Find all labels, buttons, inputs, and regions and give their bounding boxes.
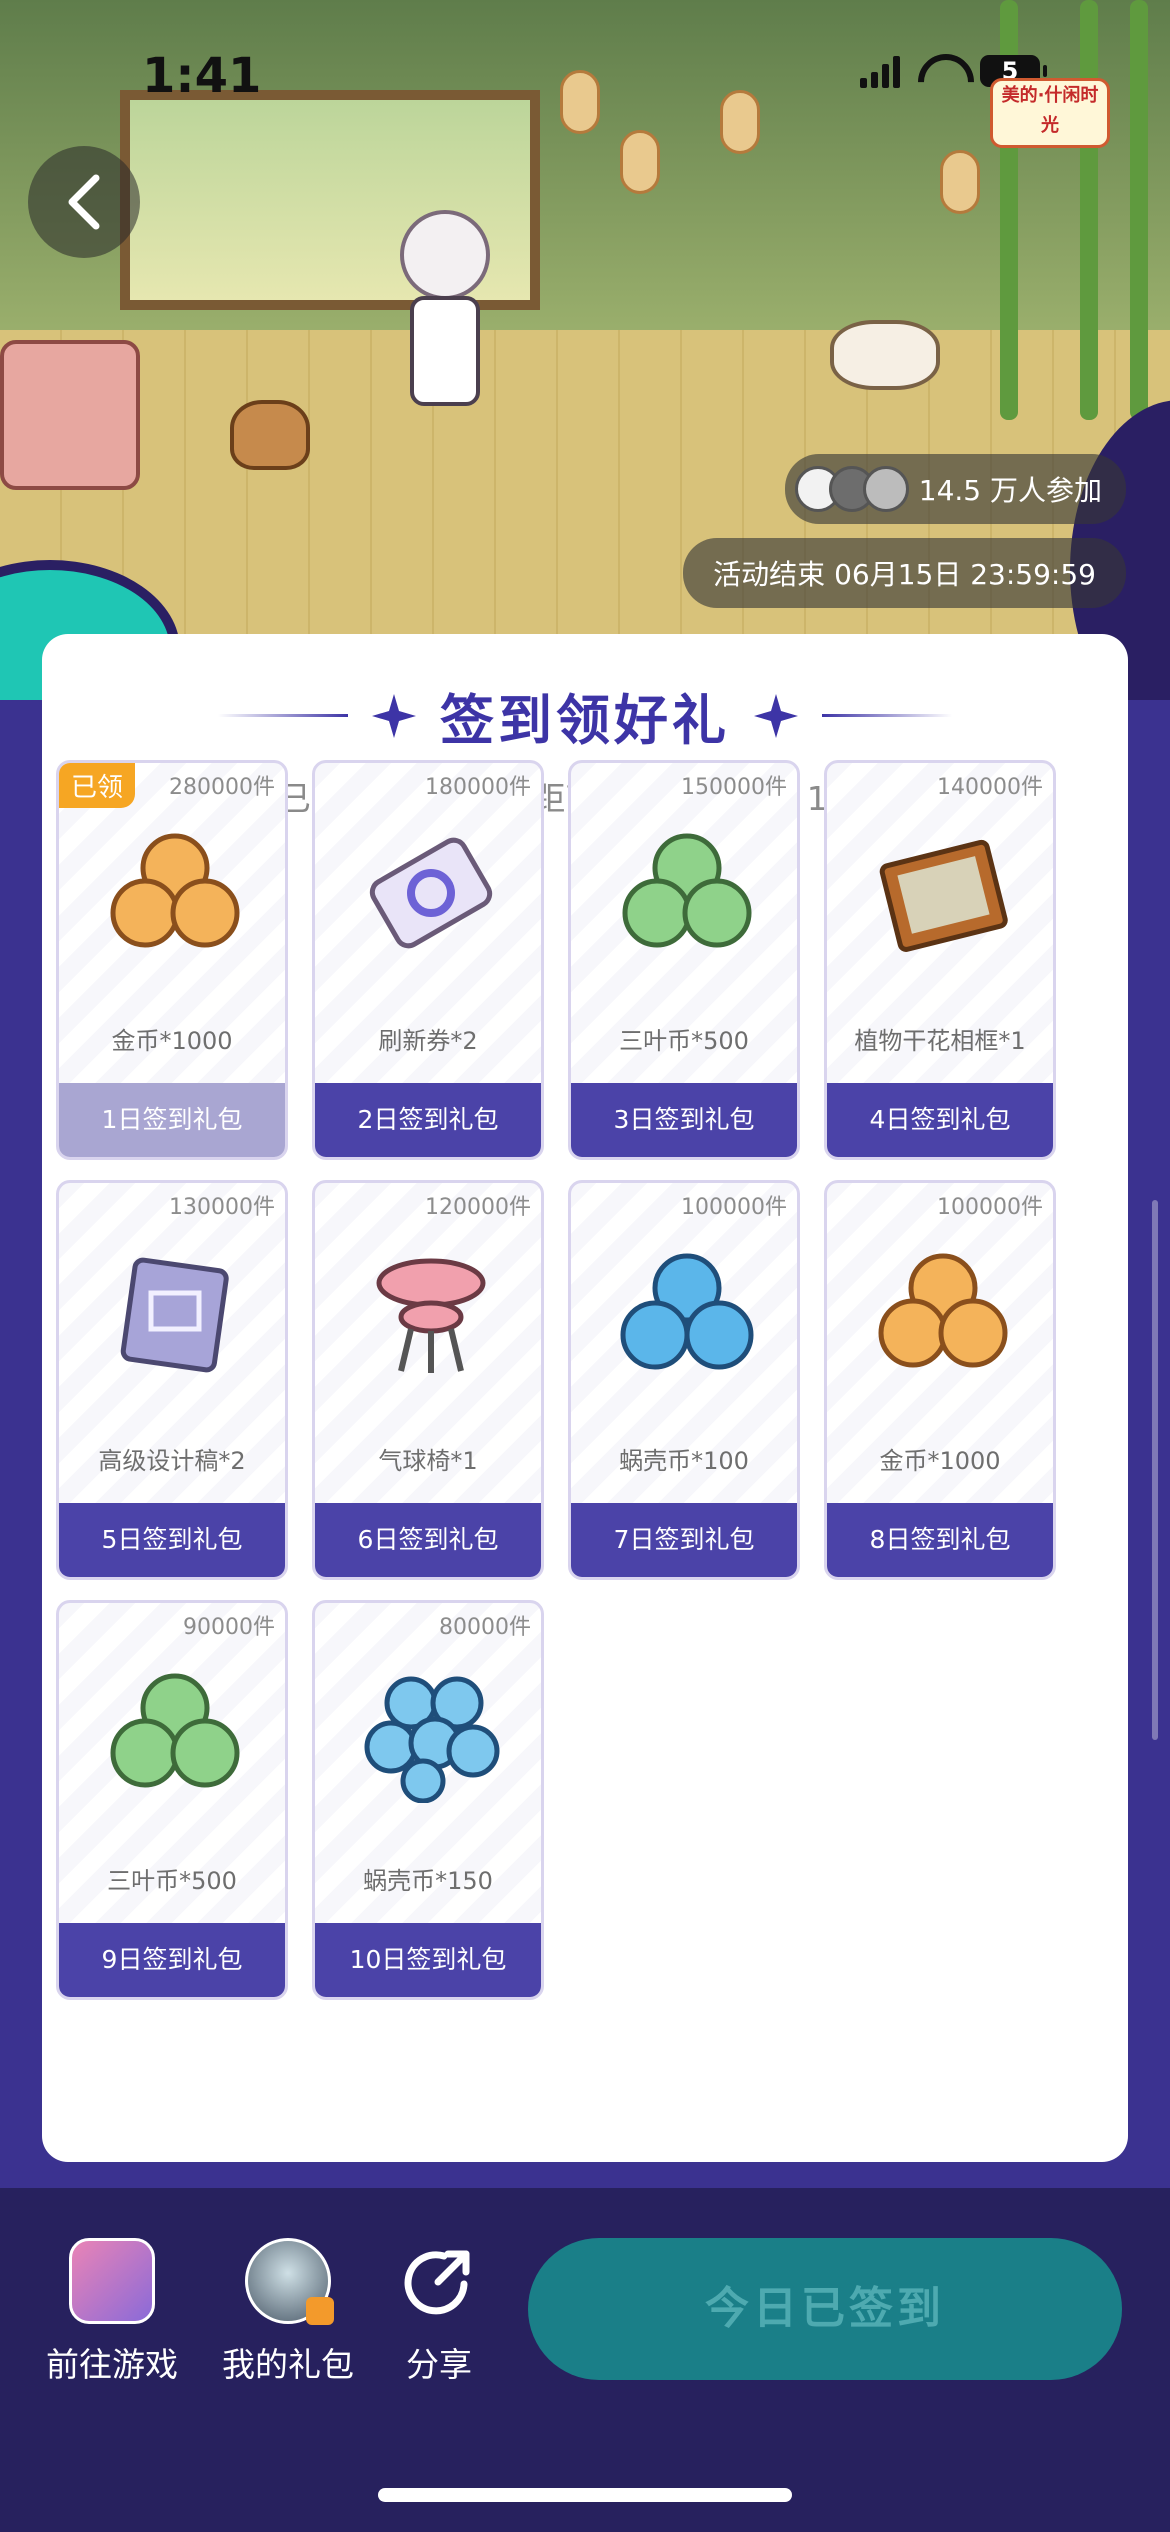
blueprint-icon [120,1257,229,1373]
chevron-left-icon [68,174,100,230]
flower-frame-icon [879,839,1008,952]
gift-card-day-1[interactable]: 已领 280000件 金币*1000 1日签到礼包 [56,760,288,1160]
lantern-decoration [620,130,660,194]
gift-card-day-2[interactable]: 180000件 刷新券*2 2日签到礼包 [312,760,544,1160]
gift-stock: 140000件 [937,775,1043,800]
gold-coins-icon [110,833,240,948]
cat-illustration [830,320,940,390]
lantern-decoration [720,90,760,154]
gift-stock: 180000件 [425,775,531,800]
gift-name: 刷新券*2 [378,1027,478,1055]
scroll-indicator[interactable] [1152,1200,1158,1740]
gift-label: 8日签到礼包 [827,1503,1053,1577]
gift-card-day-3[interactable]: 150000件 三叶币*500 3日签到礼包 [568,760,800,1160]
gift-label: 2日签到礼包 [315,1083,541,1157]
wifi-icon [918,54,962,88]
snail-coins-icon [620,1253,754,1370]
gift-card-day-6[interactable]: 120000件 气球椅*1 6日签到礼包 [312,1180,544,1580]
signal-icon [860,54,900,88]
gift-stock: 150000件 [681,775,787,800]
checkin-card: 签到领好礼 已累计签到 1 天 距离活动结束还有 13 天 已领 280000件… [42,634,1128,2162]
game-icon [69,2238,155,2324]
clover-coins-icon [622,833,752,948]
share-button[interactable]: 分享 [396,2238,482,2386]
gift-label: 7日签到礼包 [571,1503,797,1577]
gift-card-day-7[interactable]: 100000件 蜗壳币*100 7日签到礼包 [568,1180,800,1580]
lantern-decoration [560,70,600,134]
bamboo-decoration [1080,0,1098,420]
title-line [822,714,952,717]
my-gifts-button[interactable]: 我的礼包 [222,2238,354,2386]
gift-label: 6日签到礼包 [315,1503,541,1577]
bamboo-decoration [1130,0,1148,420]
gift-label: 10日签到礼包 [315,1923,541,1997]
gift-name: 植物干花相框*1 [854,1027,1026,1055]
gift-label: 3日签到礼包 [571,1083,797,1157]
bottom-action-bar: 前往游戏 我的礼包 分享 今日已签到 [0,2188,1170,2532]
gift-card-day-4[interactable]: 140000件 植物干花相框*1 4日签到礼包 [824,760,1056,1160]
refresh-ticket-icon [369,837,493,949]
gift-stock: 100000件 [937,1195,1043,1220]
gift-stock: 100000件 [681,1195,787,1220]
gift-label: 9日签到礼包 [59,1923,285,1997]
gift-name: 气球椅*1 [378,1447,478,1475]
card-title-row: 签到领好礼 [42,676,1128,755]
title-line [218,714,348,717]
gift-card-day-5[interactable]: 130000件 高级设计稿*2 5日签到礼包 [56,1180,288,1580]
gift-name: 蜗壳币*150 [363,1867,493,1895]
go-game-button[interactable]: 前往游戏 [46,2238,178,2386]
gift-avatar-icon [245,2238,334,2325]
sofa-decoration [0,340,140,490]
checkin-today-button[interactable]: 今日已签到 [528,2238,1122,2380]
participants-badge: 14.5 万人参加 [784,454,1126,524]
game-logo: 美的·什闲时光 [990,78,1110,148]
gift-name: 三叶币*500 [107,1867,237,1895]
dog-illustration [230,400,310,470]
gift-label: 5日签到礼包 [59,1503,285,1577]
participants-count: 14.5 万人参加 [918,474,1102,507]
balloon-chair-icon [376,1258,486,1373]
gift-stock: 120000件 [425,1195,531,1220]
clover-coins-icon [110,1673,240,1788]
gift-stock: 280000件 [169,775,275,800]
card-title: 签到领好礼 [440,689,730,752]
gift-name: 金币*1000 [879,1447,1001,1475]
gift-stock: 90000件 [183,1615,275,1640]
gift-name: 蜗壳币*100 [619,1447,749,1475]
gold-coins-icon [878,1253,1008,1368]
gift-stock: 80000件 [439,1615,531,1640]
sparkle-icon [754,693,798,738]
status-time: 1:41 [142,48,262,104]
gift-card-day-10[interactable]: 80000件 蜗壳币*150 10日签到礼包 [312,1600,544,2000]
back-button[interactable] [28,146,140,258]
share-label: 分享 [406,2345,472,2384]
gift-name: 高级设计稿*2 [98,1447,246,1475]
gift-name: 三叶币*500 [619,1027,749,1055]
character-illustration [370,210,510,470]
claimed-badge: 已领 [59,763,136,808]
gift-card-day-8[interactable]: 100000件 金币*1000 8日签到礼包 [824,1180,1056,1580]
lantern-decoration [940,150,980,214]
share-icon [396,2238,482,2324]
gift-name: 金币*1000 [111,1027,233,1055]
gift-label: 1日签到礼包 [59,1083,285,1157]
event-end-time: 活动结束 06月15日 23:59:59 [683,538,1126,608]
my-gifts-label: 我的礼包 [222,2345,354,2384]
participant-avatars [794,466,909,512]
home-indicator[interactable] [378,2488,792,2502]
gift-stock: 130000件 [169,1195,275,1220]
gift-card-day-9[interactable]: 90000件 三叶币*500 9日签到礼包 [56,1600,288,2000]
sparkle-icon [372,693,416,738]
gift-label: 4日签到礼包 [827,1083,1053,1157]
go-game-label: 前往游戏 [46,2345,178,2384]
snail-coins-icon [364,1676,500,1803]
